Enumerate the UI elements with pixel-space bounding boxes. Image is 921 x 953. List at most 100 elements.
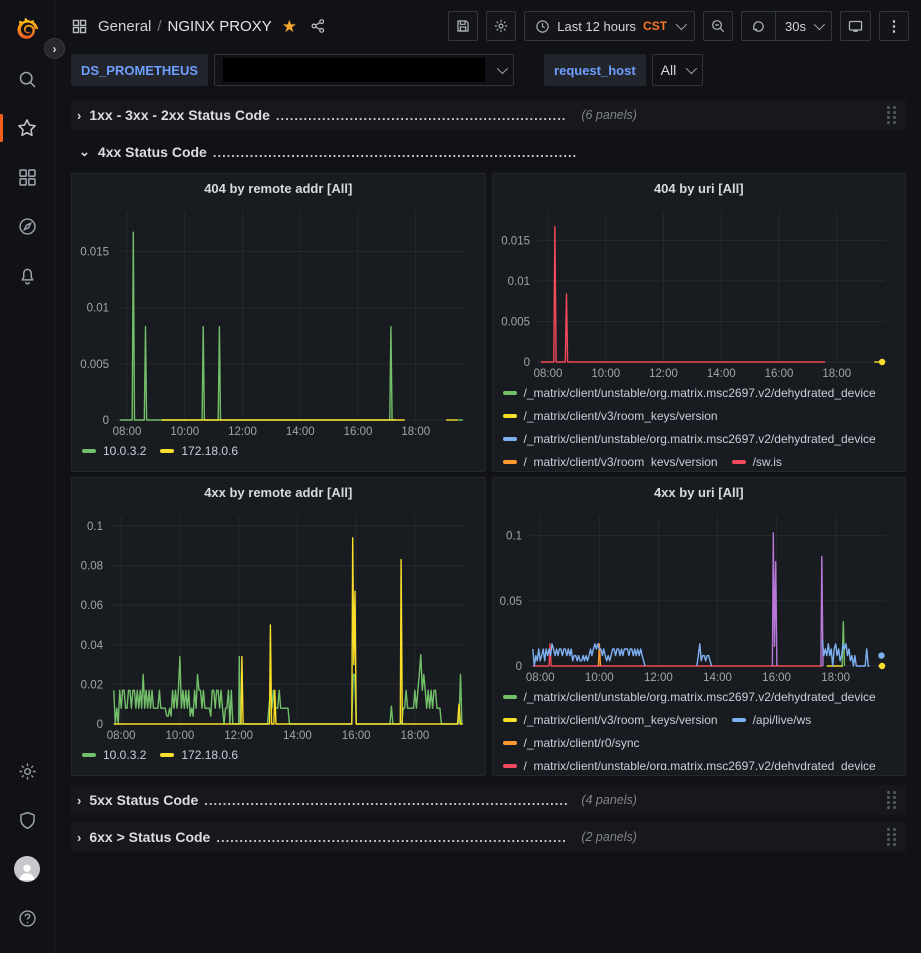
legend-label: /api/live/ws — [753, 713, 812, 727]
legend-label: 10.0.3.2 — [103, 444, 146, 458]
server-admin-shield-icon[interactable] — [7, 800, 47, 840]
panel-chart[interactable]: 08:0010:0012:0014:0016:0018:0000.0050.01… — [72, 202, 472, 440]
dashboard-header: General/NGINX PROXY ★ — [55, 0, 921, 52]
legend-swatch — [732, 460, 746, 464]
panel-title[interactable]: 4xx by remote addr [All] — [72, 478, 485, 506]
alerting-bell-icon[interactable] — [7, 255, 47, 295]
panel-chart[interactable]: 08:0010:0012:0014:0016:0018:0000.0050.01… — [493, 202, 893, 382]
sidebar-expand-button[interactable]: › — [44, 38, 65, 59]
legend-item[interactable]: /_matrix/client/v3/room_keys/version — [503, 711, 718, 728]
x-tick-label: 12:00 — [224, 730, 253, 742]
active-section-indicator — [0, 114, 3, 142]
legend-item[interactable]: /_matrix/client/v3/room_keys/version — [503, 453, 718, 466]
row-title: 4xx Status Code — [98, 144, 207, 160]
variable-label-ds-prometheus[interactable]: DS_PROMETHEUS — [71, 54, 208, 86]
time-range-label: Last 12 hours — [557, 19, 636, 34]
share-icon[interactable] — [310, 18, 326, 34]
y-tick-label: 0 — [515, 661, 521, 673]
legend-swatch — [503, 718, 517, 722]
x-tick-label: 18:00 — [822, 368, 851, 380]
request-host-value: All — [661, 62, 677, 78]
legend-item[interactable]: 172.18.0.6 — [160, 442, 238, 459]
y-tick-label: 0.015 — [80, 246, 109, 258]
kebab-menu-button[interactable]: ⋮ — [879, 11, 909, 41]
legend-label: /sw.js — [753, 455, 782, 467]
refresh-interval-value: 30s — [785, 19, 806, 34]
legend-item[interactable]: /_matrix/client/v3/room_keys/version — [503, 407, 718, 424]
refresh-interval-dropdown[interactable]: 30s — [775, 12, 831, 40]
grafana-logo-icon[interactable] — [7, 10, 47, 50]
row-panel-count: (4 panels) — [581, 793, 637, 807]
explore-compass-icon[interactable] — [7, 206, 47, 246]
panel-title[interactable]: 404 by uri [All] — [493, 174, 906, 202]
legend-label: /_matrix/client/unstable/org.matrix.msc2… — [524, 759, 876, 771]
legend-item[interactable]: /_matrix/client/unstable/org.matrix.msc2… — [503, 430, 876, 447]
dashboard-settings-button[interactable] — [486, 11, 516, 41]
legend-label: /_matrix/client/v3/room_keys/version — [524, 455, 718, 467]
breadcrumb-separator: / — [157, 18, 161, 35]
refresh-button[interactable] — [742, 12, 775, 40]
variable-value-request-host[interactable]: All — [652, 54, 704, 86]
series-end-dot — [878, 359, 884, 365]
row-drag-handle[interactable] — [887, 106, 896, 124]
x-tick-label: 18:00 — [401, 730, 430, 742]
x-tick-label: 08:00 — [113, 426, 142, 438]
dashboard-scroll-area[interactable]: › 1xx - 3xx - 2xx Status Code ..........… — [55, 96, 921, 953]
legend-swatch — [503, 460, 517, 464]
help-icon[interactable] — [7, 898, 47, 938]
row-4xx[interactable]: ⌄ 4xx Status Code ......................… — [71, 137, 906, 167]
starred-icon[interactable] — [7, 108, 47, 148]
save-button[interactable] — [448, 11, 478, 41]
kiosk-mode-button[interactable] — [840, 11, 871, 41]
redacted-value — [223, 58, 485, 82]
legend-swatch — [82, 449, 96, 453]
search-icon[interactable] — [7, 59, 47, 99]
variable-value-ds-prometheus[interactable] — [214, 54, 514, 86]
legend-swatch — [503, 741, 517, 745]
row-drag-handle[interactable] — [887, 828, 896, 846]
grafana-app: › General/NGINX PROXY ★ — [0, 0, 921, 953]
panel-4xx-by-uri-all: 4xx by uri [All]08:0010:0012:0014:0016:0… — [492, 477, 907, 776]
x-tick-label: 18:00 — [821, 672, 850, 684]
x-tick-label: 10:00 — [166, 730, 195, 742]
chevron-down-icon — [497, 63, 508, 74]
variable-label-request-host[interactable]: request_host — [544, 54, 646, 86]
legend-item[interactable]: /_matrix/client/unstable/org.matrix.msc2… — [503, 757, 876, 770]
dotted-leader: ........................................… — [216, 830, 567, 845]
row-1xx-3xx-2xx[interactable]: › 1xx - 3xx - 2xx Status Code ..........… — [71, 100, 906, 130]
panel-title[interactable]: 404 by remote addr [All] — [72, 174, 485, 202]
legend-item[interactable]: /_matrix/client/unstable/org.matrix.msc2… — [503, 688, 876, 705]
panel-chart[interactable]: 08:0010:0012:0014:0016:0018:0000.020.040… — [72, 506, 472, 744]
legend-item[interactable]: /api/live/ws — [732, 711, 812, 728]
row-6xx[interactable]: › 6xx > Status Code ....................… — [71, 822, 906, 852]
configuration-gear-icon[interactable] — [7, 751, 47, 791]
x-tick-label: 14:00 — [283, 730, 312, 742]
time-range-picker[interactable]: Last 12 hours CST — [524, 11, 695, 41]
legend-item[interactable]: /sw.js — [732, 453, 782, 466]
panel-chart[interactable]: 08:0010:0012:0014:0016:0018:0000.050.1 — [493, 506, 893, 686]
legend-swatch — [503, 414, 517, 418]
panel-title[interactable]: 4xx by uri [All] — [493, 478, 906, 506]
legend-swatch — [503, 764, 517, 768]
x-tick-label: 08:00 — [525, 672, 554, 684]
row-5xx[interactable]: › 5xx Status Code ......................… — [71, 785, 906, 815]
y-tick-label: 0.005 — [501, 316, 530, 328]
legend-label: /_matrix/client/v3/room_keys/version — [524, 713, 718, 727]
dotted-leader: ........................................… — [213, 145, 576, 160]
legend-item[interactable]: 10.0.3.2 — [82, 746, 146, 763]
dashboards-icon[interactable] — [7, 157, 47, 197]
user-avatar[interactable] — [7, 849, 47, 889]
zoom-out-button[interactable] — [703, 11, 733, 41]
legend-item[interactable]: 172.18.0.6 — [160, 746, 238, 763]
row-drag-handle[interactable] — [887, 791, 896, 809]
row-title: 1xx - 3xx - 2xx Status Code — [89, 107, 270, 123]
legend-item[interactable]: 10.0.3.2 — [82, 442, 146, 459]
row-panel-count: (6 panels) — [581, 108, 637, 122]
star-filled-icon[interactable]: ★ — [282, 18, 297, 35]
breadcrumb-folder[interactable]: General — [98, 18, 151, 35]
legend-item[interactable]: /_matrix/client/r0/sync — [503, 734, 640, 751]
series-line — [114, 655, 462, 724]
chevron-right-icon: › — [77, 830, 81, 845]
x-tick-label: 10:00 — [170, 426, 199, 438]
legend-item[interactable]: /_matrix/client/unstable/org.matrix.msc2… — [503, 384, 876, 401]
